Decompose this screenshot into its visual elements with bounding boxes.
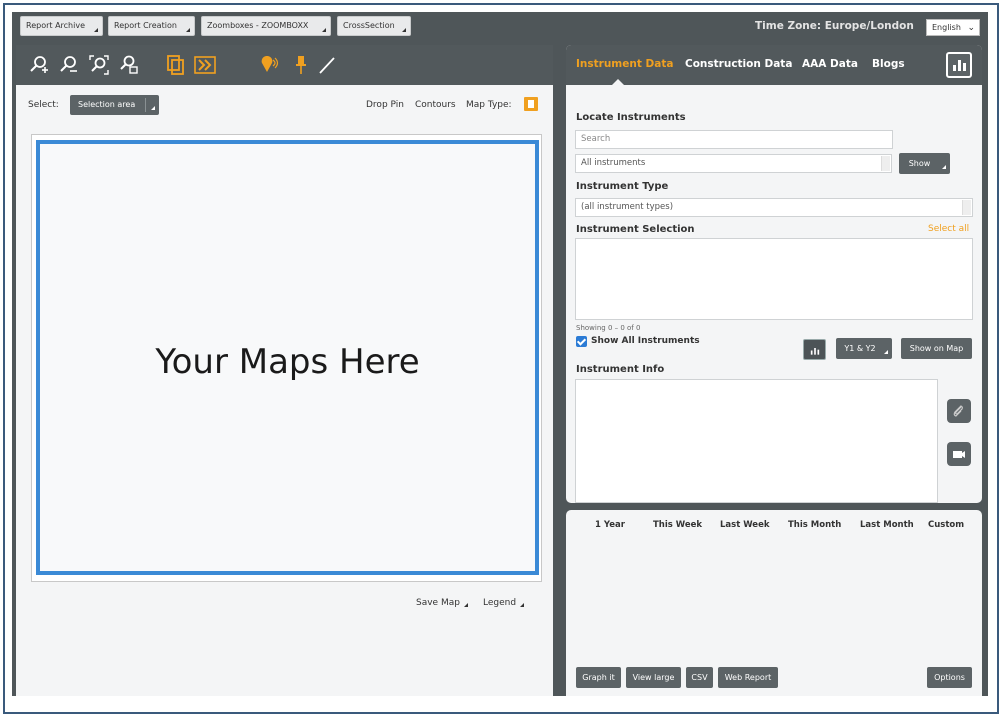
- show-button[interactable]: Show: [899, 153, 950, 174]
- show-on-map-button[interactable]: Show on Map: [901, 338, 972, 359]
- tab-instrument-data[interactable]: Instrument Data: [576, 58, 673, 70]
- y-axis-label: Y1 & Y2: [844, 344, 876, 353]
- timezone-label: Time Zone: Europe/London: [755, 20, 914, 32]
- csv-button[interactable]: CSV: [686, 667, 713, 688]
- top-bar: Report Archive Report Creation Zoomboxes…: [12, 12, 988, 43]
- line-icon[interactable]: [316, 54, 338, 76]
- zoomboxes-label: Zoomboxes - ZOOMBOXX: [207, 21, 309, 30]
- chart-small-button[interactable]: [803, 339, 826, 360]
- tab-blogs[interactable]: Blogs: [872, 58, 905, 70]
- instrument-info-title: Instrument Info: [576, 364, 665, 375]
- map-canvas[interactable]: Your Maps Here: [36, 140, 539, 575]
- instrument-selection-list[interactable]: [575, 238, 973, 320]
- save-map-link[interactable]: Save Map: [416, 598, 468, 608]
- web-report-button[interactable]: Web Report: [718, 667, 778, 688]
- zoomboxes-button[interactable]: Zoomboxes - ZOOMBOXX: [201, 16, 331, 36]
- select-label: Select:: [28, 100, 59, 110]
- zoom-extent-icon[interactable]: [88, 54, 110, 76]
- attach-button[interactable]: [947, 399, 971, 423]
- pin-icon[interactable]: [290, 54, 312, 76]
- zoom-out-icon[interactable]: [58, 54, 80, 76]
- cross-section-button[interactable]: CrossSection: [337, 16, 411, 36]
- instrument-type-title: Instrument Type: [576, 181, 669, 192]
- instrument-info-box: [575, 379, 938, 503]
- show-all-label: Show All Instruments: [591, 336, 700, 346]
- all-instruments-select[interactable]: All instruments: [575, 154, 892, 173]
- active-tab-indicator: [612, 79, 624, 85]
- language-select[interactable]: English ⌄: [926, 19, 980, 36]
- map-type-label: Map Type:: [466, 100, 512, 110]
- copy-icon[interactable]: [164, 54, 186, 76]
- bar-chart-icon[interactable]: [946, 52, 972, 78]
- report-creation-button[interactable]: Report Creation: [108, 16, 195, 36]
- app-container: Report Archive Report Creation Zoomboxes…: [12, 12, 988, 696]
- instrument-type-select[interactable]: (all instrument types): [575, 198, 973, 217]
- save-map-label: Save Map: [416, 598, 460, 608]
- paperclip-icon: [953, 405, 963, 417]
- bar-chart-icon: [810, 348, 819, 355]
- language-value: English: [932, 23, 961, 32]
- show-all-checkbox[interactable]: [576, 336, 587, 347]
- zoom-select-icon[interactable]: [118, 54, 140, 76]
- drop-pin-link[interactable]: Drop Pin: [366, 100, 404, 110]
- contours-link[interactable]: Contours: [415, 100, 456, 110]
- tab-construction-data[interactable]: Construction Data: [685, 58, 792, 70]
- instrument-selection-title: Instrument Selection: [576, 224, 695, 235]
- range-this-month[interactable]: This Month: [788, 520, 841, 530]
- tab-aaa-data[interactable]: AAA Data: [802, 58, 858, 70]
- view-large-button[interactable]: View large: [626, 667, 681, 688]
- map-options-row: Select: Selection area Drop Pin Contours…: [16, 95, 553, 117]
- map-frame: Your Maps Here: [31, 134, 542, 582]
- range-custom[interactable]: Custom: [928, 520, 964, 530]
- map-panel: Select: Selection area Drop Pin Contours…: [16, 45, 553, 696]
- data-tabs: Instrument Data Construction Data AAA Da…: [566, 45, 982, 85]
- range-1-year[interactable]: 1 Year: [595, 520, 625, 530]
- selection-mode-value: Selection area: [78, 100, 136, 109]
- map-toolbar: [16, 45, 553, 85]
- selection-mode-dropdown[interactable]: Selection area: [70, 95, 159, 115]
- camera-icon: [953, 451, 965, 458]
- zoom-in-icon[interactable]: [28, 54, 50, 76]
- chevron-down-icon: ⌄: [967, 23, 975, 33]
- search-input[interactable]: Search: [575, 130, 893, 149]
- legend-link[interactable]: Legend: [483, 598, 525, 608]
- camera-button[interactable]: [947, 442, 971, 466]
- map-placeholder-text: Your Maps Here: [155, 342, 420, 382]
- graph-panel: 1 Year This Week Last Week This Month La…: [566, 510, 982, 696]
- all-instruments-value: All instruments: [581, 158, 646, 168]
- forward-icon[interactable]: [194, 54, 216, 76]
- showing-count: Showing 0 – 0 of 0: [576, 324, 641, 332]
- instrument-type-value: (all instrument types): [581, 202, 674, 212]
- report-creation-label: Report Creation: [114, 21, 177, 30]
- y-axis-button[interactable]: Y1 & Y2: [836, 338, 892, 359]
- legend-label: Legend: [483, 598, 517, 608]
- select-all-link[interactable]: Select all: [928, 224, 969, 234]
- locate-instruments-title: Locate Instruments: [576, 112, 686, 123]
- range-this-week[interactable]: This Week: [653, 520, 702, 530]
- cross-section-label: CrossSection: [343, 21, 395, 30]
- range-last-week[interactable]: Last Week: [720, 520, 770, 530]
- range-last-month[interactable]: Last Month: [860, 520, 914, 530]
- pin-drop-icon[interactable]: [258, 54, 280, 76]
- report-archive-label: Report Archive: [26, 21, 85, 30]
- map-type-icon[interactable]: [524, 97, 538, 111]
- show-button-label: Show: [908, 159, 931, 168]
- report-archive-button[interactable]: Report Archive: [20, 16, 103, 36]
- options-button[interactable]: Options: [927, 667, 972, 688]
- instrument-panel: Instrument Data Construction Data AAA Da…: [566, 45, 982, 503]
- graph-it-button[interactable]: Graph it: [576, 667, 621, 688]
